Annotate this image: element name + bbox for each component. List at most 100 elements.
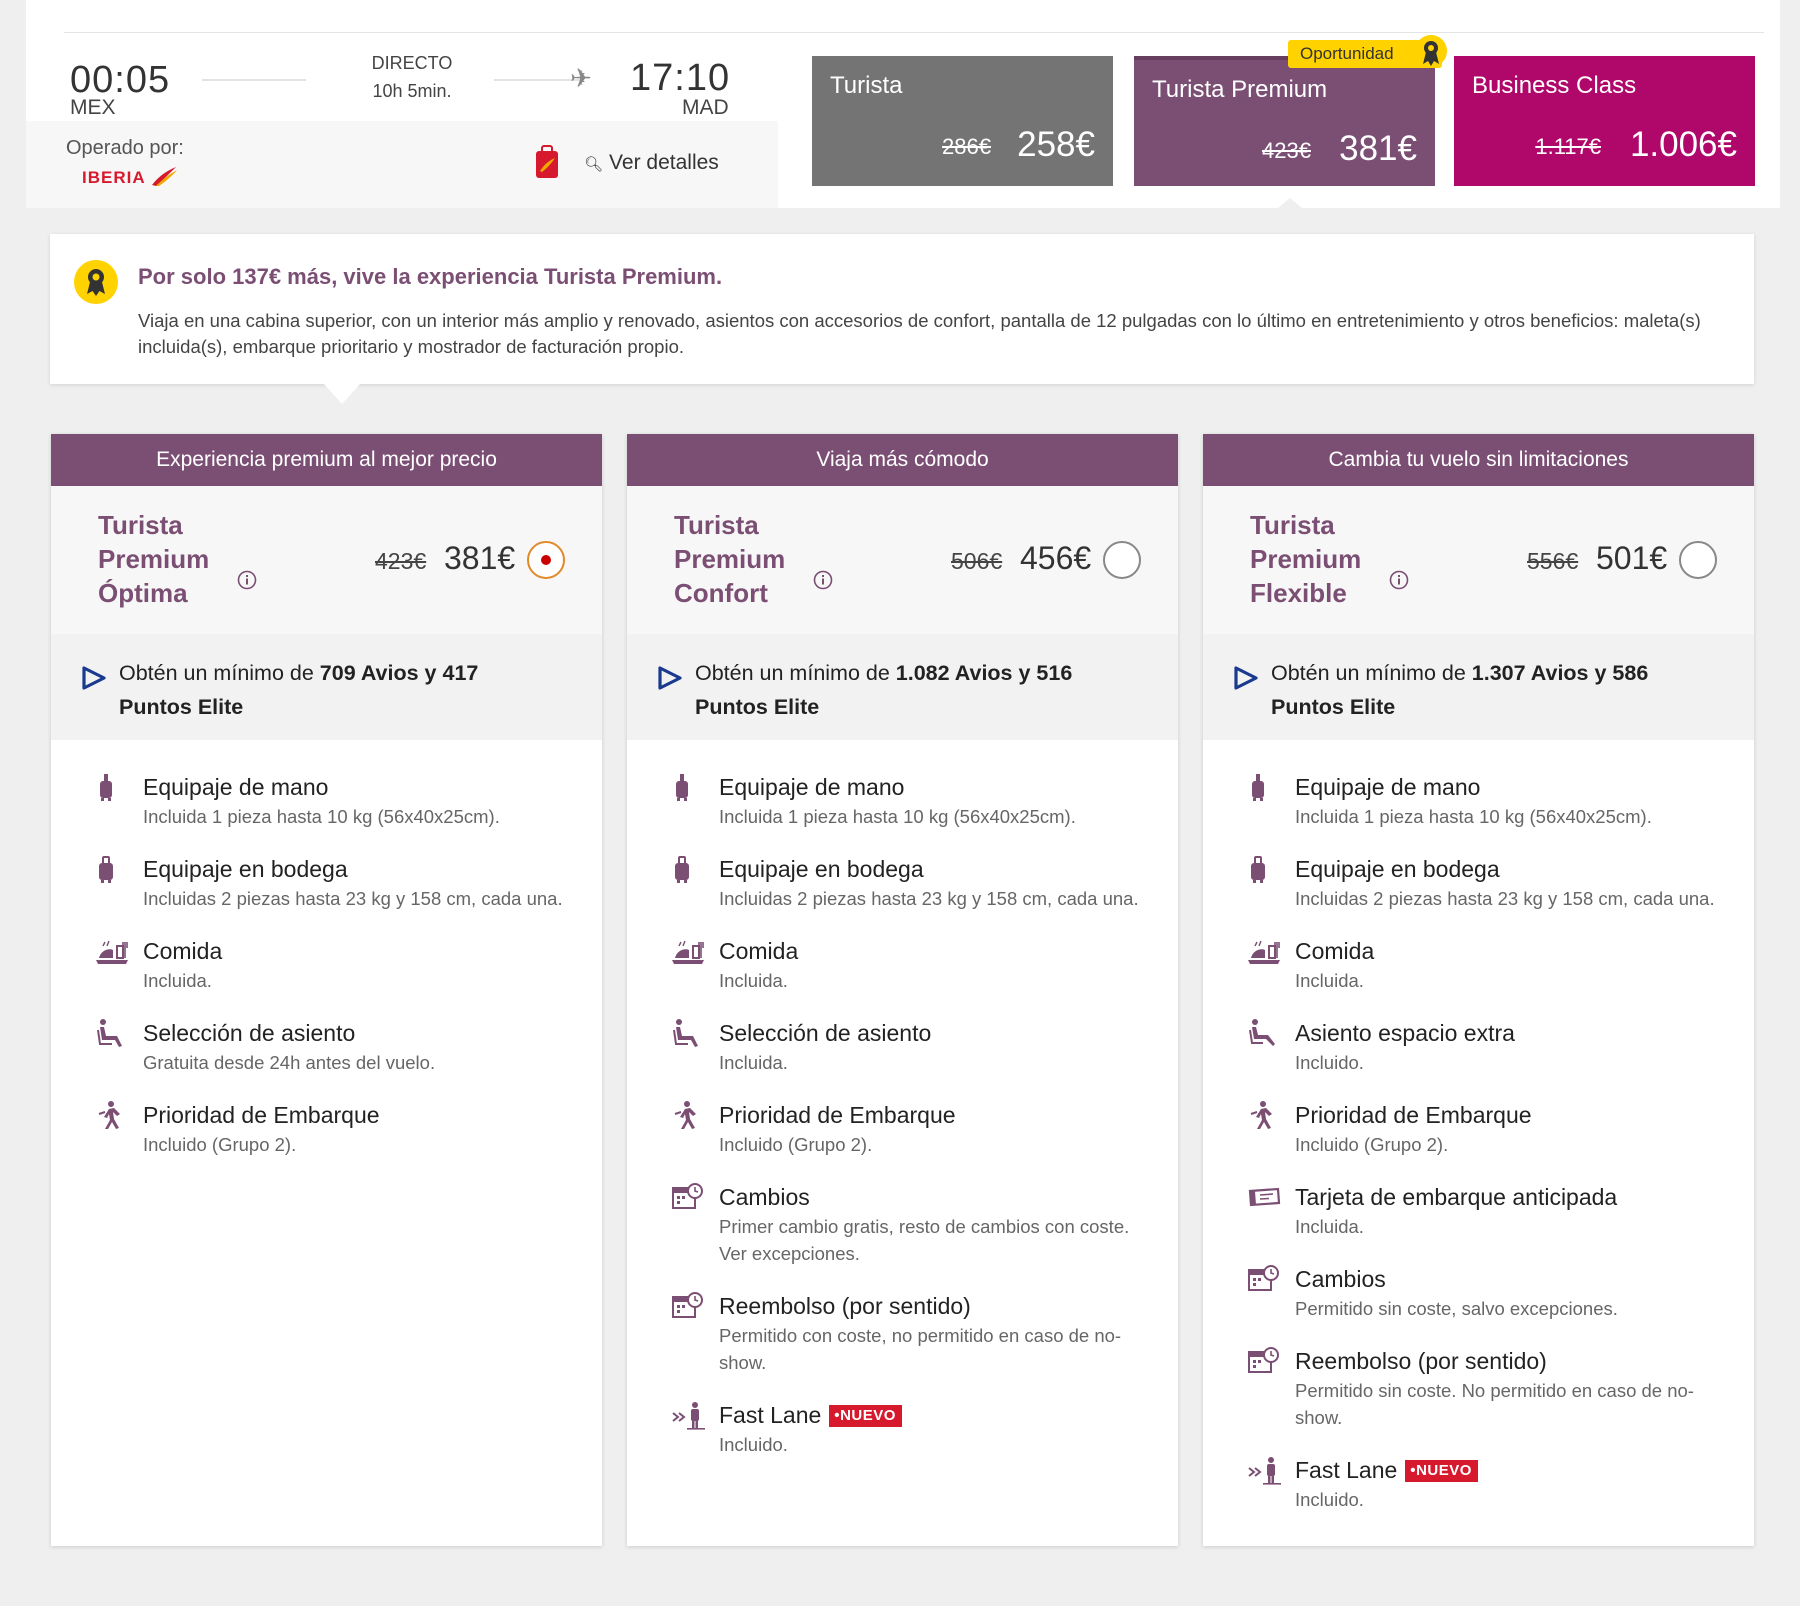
feature-title: Prioridad de Embarque	[719, 1100, 1154, 1130]
fare-name-line: Turista	[98, 510, 183, 540]
feature-item: Comida Incluida.	[627, 936, 1178, 994]
feature-item: Cambios Primer cambio gratis, resto de ca…	[627, 1182, 1178, 1267]
fare-card-optima[interactable]: Experiencia premium al mejor precio Turis…	[51, 434, 602, 1546]
feature-item: Comida Incluida.	[51, 936, 602, 994]
avios-row: Obtén un mínimo de 709 Avios y 417 Puntos…	[51, 634, 602, 740]
view-details-link[interactable]: 🔍︎ Ver detalles	[584, 151, 719, 175]
fare-card-flexible[interactable]: Cambia tu vuelo sin limitaciones Turista P…	[1203, 434, 1754, 1546]
meal-icon	[95, 936, 131, 966]
feature-title: Comida	[719, 936, 1154, 966]
calendar-refund-icon	[1247, 1346, 1283, 1376]
info-icon[interactable]	[1389, 570, 1409, 595]
fare-class-business[interactable]: Business Class 1.117€ 1.006€	[1454, 56, 1755, 186]
priority-boarding-icon	[95, 1100, 131, 1130]
fare-class-old-price: 1.117€	[1535, 134, 1601, 159]
extra-space-seat-icon	[1247, 1018, 1283, 1048]
flight-type: DIRECTO	[371, 53, 453, 73]
fare-radio[interactable]	[1679, 541, 1717, 579]
feature-title-text: Comida	[719, 938, 799, 964]
card-price: 501€	[1596, 540, 1668, 576]
plane-icon: ✈	[570, 63, 592, 93]
selected-class-pointer	[1278, 198, 1302, 208]
fast-lane-icon	[1247, 1455, 1283, 1485]
feature-title: Comida	[143, 936, 578, 966]
feature-title: Equipaje de mano	[719, 772, 1154, 802]
card-header: Experiencia premium al mejor precio	[51, 434, 602, 486]
flight-info: 00:05 MEX DIRECTO 10h 5min. ✈ 17:10 MAD …	[26, 33, 778, 208]
fare-name: Turista Premium Flexible	[1250, 508, 1450, 610]
new-badge-label: NUEVO	[840, 1407, 896, 1424]
feature-title: Comida	[1295, 936, 1730, 966]
feature-title-text: Fast Lane	[1295, 1457, 1398, 1483]
feature-description: Incluido (Grupo 2).	[719, 1134, 873, 1155]
iberia-logo: IBERIA	[82, 165, 178, 188]
baggage-tag-icon[interactable]	[534, 145, 560, 179]
fare-class-price: 258€	[1017, 125, 1095, 164]
feature-description: Incluida 1 pieza hasta 10 kg (56x40x25cm…	[143, 806, 500, 827]
info-icon[interactable]	[237, 570, 257, 595]
feature-title-text: Prioridad de Embarque	[143, 1102, 380, 1128]
feature-item: Reembolso (por sentido) Permitido con cos…	[627, 1291, 1178, 1376]
fare-class-price: 1.006€	[1629, 125, 1737, 164]
fare-name-line: Premium	[98, 544, 210, 574]
hand-luggage-icon	[1247, 772, 1283, 802]
fare-class-turista-premium[interactable]: Turista Premium 423€ 381€	[1134, 56, 1435, 186]
fare-name-line: Premium	[1250, 544, 1362, 574]
feature-title: Reembolso (por sentido)	[1295, 1346, 1730, 1376]
magnifier-icon: 🔍︎	[584, 156, 604, 173]
avios-prefix: Obtén un mínimo de	[1271, 661, 1472, 685]
avios-text: Obtén un mínimo de 1.082 Avios y 516 Punt…	[695, 656, 1135, 724]
checked-bag-icon	[671, 854, 707, 884]
feature-description: Incluida.	[719, 970, 788, 991]
fare-radio[interactable]	[1103, 541, 1141, 579]
route-line	[202, 79, 306, 81]
feature-description: Primer cambio gratis, resto de cambios c…	[719, 1216, 1130, 1264]
feature-description: Incluido.	[1295, 1052, 1364, 1073]
medal-icon	[74, 260, 118, 304]
banner-description: Viaja en una cabina superior, con un int…	[138, 310, 1701, 357]
fare-card-confort[interactable]: Viaja más cómodo Turista Premium Confort 506…	[627, 434, 1178, 1546]
card-fare-row: Turista Premium Flexible 556€ 501€	[1203, 486, 1754, 634]
feature-item: Equipaje en bodega Incluidas 2 piezas has…	[51, 854, 602, 912]
operated-by-label: Operado por:	[66, 137, 184, 159]
avios-icon	[1231, 664, 1261, 697]
info-icon[interactable]	[813, 570, 833, 595]
feature-title-text: Equipaje en bodega	[719, 856, 924, 882]
feature-item: Selección de asiento Incluida.	[627, 1018, 1178, 1076]
fare-class-turista[interactable]: Turista 286€ 258€	[812, 56, 1113, 186]
new-badge: •NUEVO	[829, 1405, 902, 1427]
boarding-pass-icon	[1247, 1182, 1283, 1212]
avios-row: Obtén un mínimo de 1.082 Avios y 516 Punt…	[627, 634, 1178, 740]
card-fare-row: Turista Premium Óptima 423€ 381€	[51, 486, 602, 634]
fare-name-line: Turista	[1250, 510, 1335, 540]
card-old-price: 556€	[1527, 548, 1579, 574]
feature-title: Equipaje de mano	[1295, 772, 1730, 802]
fare-class-old-price: 423€	[1262, 138, 1311, 163]
feature-description: Incluida.	[143, 970, 212, 991]
feature-list: Equipaje de mano Incluida 1 pieza hasta 1…	[1203, 740, 1754, 1513]
feature-item: Equipaje en bodega Incluidas 2 piezas has…	[1203, 854, 1754, 912]
feature-description: Permitido con coste, no permitido en cas…	[719, 1325, 1122, 1373]
feature-description: Incluido (Grupo 2).	[1295, 1134, 1449, 1155]
upsell-banner: Por solo 137€ más, vive la experiencia T…	[50, 234, 1754, 384]
feature-title-text: Comida	[1295, 938, 1375, 964]
medal-icon	[1415, 35, 1447, 67]
fast-lane-icon	[671, 1400, 707, 1430]
feature-description: Incluidas 2 piezas hasta 23 kg y 158 cm,…	[143, 888, 563, 909]
feature-description: Incluido.	[719, 1434, 788, 1455]
feature-description: Incluida.	[1295, 1216, 1364, 1237]
feature-item: Prioridad de Embarque Incluido (Grupo 2).	[627, 1100, 1178, 1158]
feature-item: Equipaje de mano Incluida 1 pieza hasta 1…	[627, 772, 1178, 830]
feature-description: Permitido sin coste, salvo excepciones.	[1295, 1298, 1618, 1319]
feature-title-text: Equipaje en bodega	[143, 856, 348, 882]
calendar-refund-icon	[671, 1291, 707, 1321]
feature-description: Incluidas 2 piezas hasta 23 kg y 158 cm,…	[719, 888, 1139, 909]
fare-name: Turista Premium Confort	[674, 508, 874, 610]
fare-name-line: Óptima	[98, 578, 188, 608]
feature-title-text: Fast Lane	[719, 1402, 822, 1428]
checked-bag-icon	[95, 854, 131, 884]
fare-radio[interactable]	[527, 541, 565, 579]
feature-title-text: Prioridad de Embarque	[719, 1102, 956, 1128]
card-header: Cambia tu vuelo sin limitaciones	[1203, 434, 1754, 486]
feature-title: Cambios	[719, 1182, 1154, 1212]
